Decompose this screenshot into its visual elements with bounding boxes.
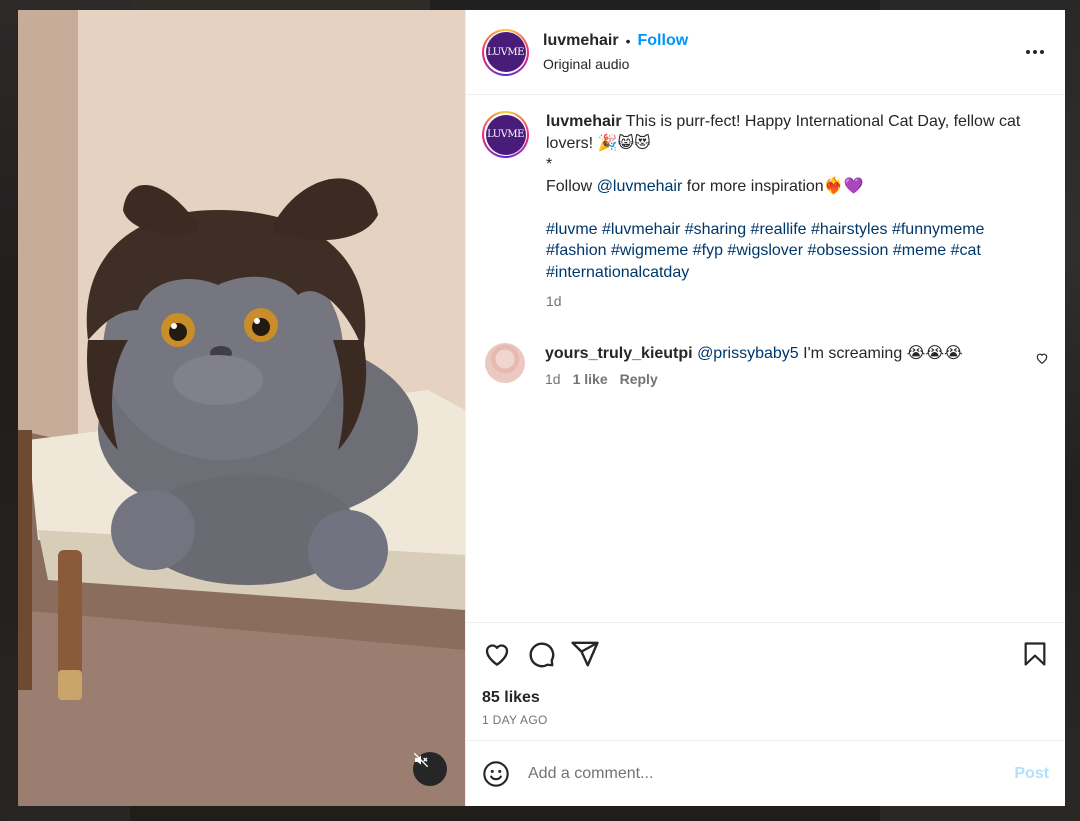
more-horizontal-icon <box>1026 50 1044 54</box>
emoji-button[interactable] <box>482 760 510 788</box>
story-ring[interactable]: LUVME <box>482 28 529 76</box>
like-button[interactable] <box>482 639 512 669</box>
comment-likes[interactable]: 1 like <box>573 371 608 387</box>
save-button[interactable] <box>1021 640 1049 668</box>
mute-button[interactable] <box>413 752 447 786</box>
comments-area[interactable]: LUVME luvmehair This is purr-fect! Happy… <box>466 95 1065 622</box>
author-username[interactable]: luvmehair <box>543 32 619 50</box>
follow-button[interactable]: Follow <box>638 32 689 50</box>
caption-age[interactable]: 1d <box>546 291 1026 313</box>
more-options-button[interactable] <box>1021 38 1049 66</box>
post-side-panel: LUVME luvmehair • Follow Original audio <box>465 10 1065 806</box>
comment-like-button[interactable] <box>1035 351 1049 370</box>
caption-mention[interactable]: @luvmehair <box>597 178 683 195</box>
muted-speaker-icon <box>413 752 429 768</box>
caption-follow-suffix: for more inspiration❤️‍🔥💜 <box>682 177 864 195</box>
post-button[interactable]: Post <box>1014 765 1049 783</box>
comment-input[interactable] <box>528 764 1015 783</box>
share-button[interactable] <box>570 639 600 669</box>
action-bar: 85 likes 1 DAY AGO <box>466 622 1065 740</box>
separator-dot: • <box>625 33 631 49</box>
comment-button[interactable] <box>526 639 556 669</box>
comment-age[interactable]: 1d <box>545 371 561 387</box>
post-media[interactable] <box>18 10 465 806</box>
comment-item: yours_truly_kieutpi @prissybaby5 I'm scr… <box>482 342 1049 387</box>
caption-story-ring[interactable]: LUVME <box>482 111 529 158</box>
post-header: LUVME luvmehair • Follow Original audio <box>466 10 1065 95</box>
caption-asterisk: * <box>546 156 553 173</box>
commenter-username[interactable]: yours_truly_kieutpi <box>545 345 693 362</box>
comment-composer: Post <box>466 740 1065 806</box>
post-time[interactable]: 1 DAY AGO <box>482 713 1049 727</box>
cat-photo <box>18 10 465 806</box>
comment-text: I'm screaming 😭😭😭 <box>798 344 963 362</box>
send-icon <box>571 641 599 667</box>
reply-button[interactable]: Reply <box>620 371 658 387</box>
post-modal: LUVME luvmehair • Follow Original audio <box>18 10 1065 806</box>
caption-username[interactable]: luvmehair <box>546 113 622 130</box>
caption-follow-prefix: Follow <box>546 177 597 195</box>
caption-hashtags[interactable]: #luvme #luvmehair #sharing #reallife #ha… <box>546 219 1026 284</box>
emoji-icon <box>483 760 509 787</box>
heart-icon <box>1036 353 1048 364</box>
commenter-avatar[interactable] <box>485 342 525 383</box>
post-caption: LUVME luvmehair This is purr-fect! Happy… <box>482 111 1049 313</box>
bookmark-icon <box>1024 642 1046 666</box>
avatar: LUVME <box>485 32 526 72</box>
likes-count[interactable]: 85 likes <box>482 689 1049 707</box>
comment-mention[interactable]: @prissybaby5 <box>697 345 799 362</box>
audio-label[interactable]: Original audio <box>543 56 1021 72</box>
caption-avatar: LUVME <box>485 114 526 155</box>
heart-icon <box>485 644 509 666</box>
comment-icon <box>529 642 555 668</box>
